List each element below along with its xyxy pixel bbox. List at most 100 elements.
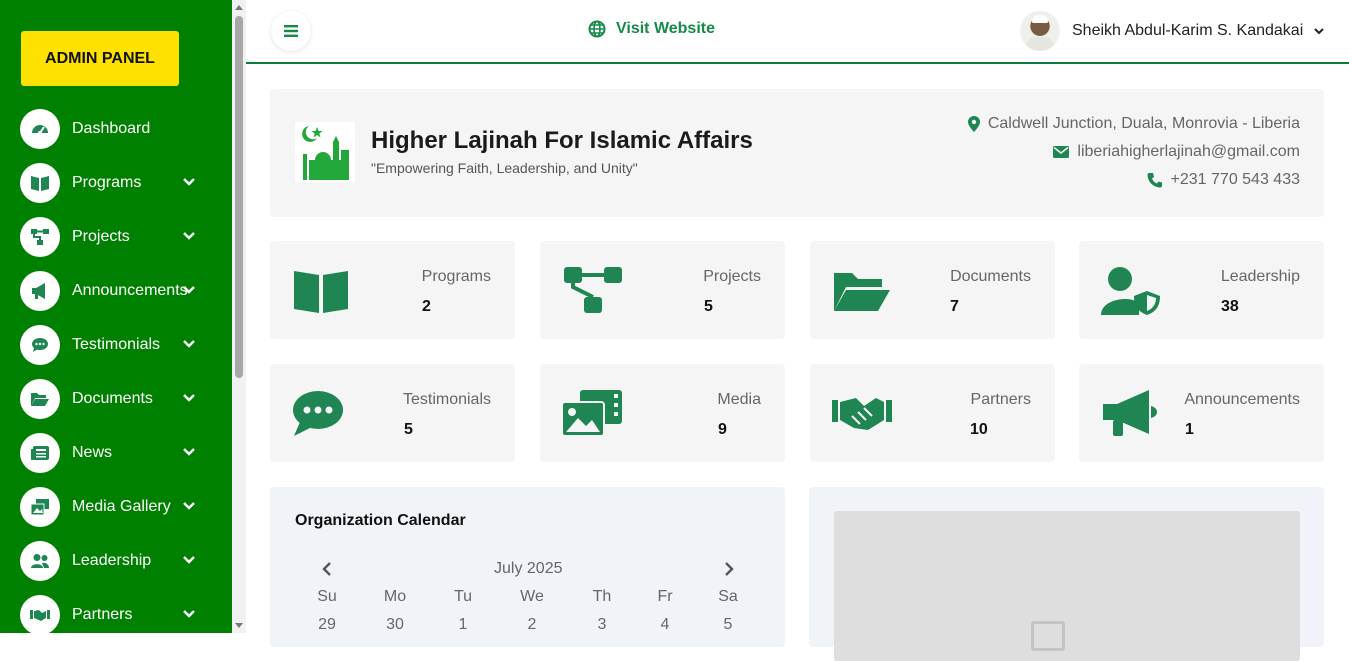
- sidebar-item-leadership[interactable]: Leadership: [20, 541, 220, 581]
- chevron-down-icon: [183, 286, 195, 294]
- stat-card-partners[interactable]: Partners 10: [810, 364, 1055, 462]
- sidebar-item-testimonials[interactable]: Testimonials: [20, 325, 220, 365]
- sidebar-item-programs[interactable]: Programs: [20, 163, 220, 203]
- chevron-left-icon[interactable]: [320, 561, 334, 577]
- address-text: Caldwell Junction, Duala, Monrovia - Lib…: [987, 115, 1300, 132]
- sidebar-item-documents[interactable]: Documents: [20, 379, 220, 419]
- sidebar-item-projects[interactable]: Projects: [20, 217, 220, 257]
- megaphone-icon: [20, 271, 60, 311]
- calendar-day[interactable]: 30: [375, 616, 415, 634]
- email-text: liberiahigherlajinah@gmail.com: [1077, 143, 1300, 160]
- stat-label: Announcements: [1184, 391, 1300, 408]
- visit-website-link[interactable]: Visit Website: [588, 20, 715, 38]
- sitemap-icon: [20, 217, 60, 257]
- avatar: [1020, 11, 1060, 51]
- user-name: Sheikh Abdul-Karim S. Kandakai: [1072, 22, 1304, 39]
- chevron-down-icon: [183, 232, 195, 240]
- stat-card-documents[interactable]: Documents 7: [810, 241, 1055, 339]
- stat-card-testimonials[interactable]: Testimonials 5: [270, 364, 515, 462]
- chevron-down-icon: [183, 394, 195, 402]
- chevron-down-icon: [183, 340, 195, 348]
- sidebar: ADMIN PANEL Dashboard Programs Projects …: [0, 0, 232, 633]
- stat-value: 5: [704, 298, 713, 315]
- user-menu[interactable]: Sheikh Abdul-Karim S. Kandakai: [1020, 11, 1325, 51]
- email-line[interactable]: liberiahigherlajinah@gmail.com: [1053, 143, 1300, 161]
- sidebar-item-announcements[interactable]: Announcements: [20, 271, 220, 311]
- stat-value: 5: [404, 421, 413, 438]
- weekday-header: We: [520, 588, 544, 605]
- calendar-day[interactable]: 3: [582, 616, 622, 634]
- admin-panel-button[interactable]: ADMIN PANEL: [21, 31, 179, 86]
- organization-logo: [295, 122, 355, 182]
- chevron-down-icon: [183, 502, 195, 510]
- sidebar-item-news[interactable]: News: [20, 433, 220, 473]
- hamburger-icon: [284, 25, 298, 37]
- stat-card-projects[interactable]: Projects 5: [540, 241, 785, 339]
- folder-open-icon: [20, 379, 60, 419]
- calendar-day[interactable]: 2: [512, 616, 552, 634]
- chevron-right-icon[interactable]: [722, 561, 736, 577]
- weekday-header: Th: [592, 588, 612, 605]
- image-icon: [1031, 621, 1065, 651]
- stat-label: Leadership: [1220, 268, 1300, 285]
- sidebar-item-label: Programs: [72, 174, 142, 191]
- sidebar-item-label: News: [72, 444, 113, 461]
- chevron-down-icon: [183, 178, 195, 186]
- sidebar-item-label: Dashboard: [72, 120, 151, 137]
- sidebar-scrollbar[interactable]: [232, 0, 246, 633]
- weekday-header: Fr: [657, 588, 673, 605]
- sitemap-icon: [564, 267, 622, 313]
- sidebar-item-label: Announcements: [72, 282, 188, 299]
- stat-card-programs[interactable]: Programs 2: [270, 241, 515, 339]
- calendar-day[interactable]: 4: [645, 616, 685, 634]
- chevron-down-icon: [183, 610, 195, 618]
- envelope-icon: [1053, 146, 1070, 158]
- stat-card-announcements[interactable]: Announcements 1: [1079, 364, 1324, 462]
- book-open-icon: [20, 163, 60, 203]
- handshake-icon: [20, 595, 60, 633]
- sidebar-item-label: Media Gallery: [72, 498, 171, 515]
- sidebar-item-partners[interactable]: Partners: [20, 595, 220, 633]
- calendar-day[interactable]: 1: [443, 616, 483, 634]
- user-shield-icon: [1101, 267, 1160, 315]
- stat-value: 9: [718, 421, 727, 438]
- weekday-header: Su: [317, 588, 337, 605]
- sidebar-item-dashboard[interactable]: Dashboard: [20, 109, 220, 149]
- comment-dots-icon: [20, 325, 60, 365]
- photo-film-icon: [20, 487, 60, 527]
- menu-toggle-button[interactable]: [271, 11, 311, 51]
- stat-card-media[interactable]: Media 9: [540, 364, 785, 462]
- main-content: Higher Lajinah For Islamic Affairs "Empo…: [246, 66, 1349, 661]
- folder-open-icon: [834, 273, 890, 311]
- phone-line[interactable]: +231 770 543 433: [1147, 171, 1300, 189]
- stat-label: Testimonials: [402, 391, 491, 408]
- newspaper-icon: [20, 433, 60, 473]
- stat-card-leadership[interactable]: Leadership 38: [1079, 241, 1324, 339]
- weekday-header: Tu: [453, 588, 473, 605]
- sidebar-item-media-gallery[interactable]: Media Gallery: [20, 487, 220, 527]
- top-navbar: Visit Website Sheikh Abdul-Karim S. Kand…: [246, 0, 1349, 64]
- scrollbar-thumb[interactable]: [235, 16, 243, 378]
- calendar-title: Organization Calendar: [295, 512, 466, 529]
- organization-header-card: Higher Lajinah For Islamic Affairs "Empo…: [270, 89, 1324, 217]
- megaphone-icon: [1103, 390, 1157, 436]
- stat-label: Media: [717, 391, 761, 408]
- stat-value: 7: [950, 298, 959, 315]
- comment-dots-icon: [293, 391, 343, 436]
- book-open-icon: [294, 271, 348, 313]
- media-preview-card: [809, 487, 1324, 661]
- image-placeholder: [834, 511, 1300, 661]
- handshake-icon: [832, 398, 892, 430]
- chevron-down-icon: [183, 556, 195, 564]
- scroll-down-arrow-icon[interactable]: [235, 621, 243, 629]
- calendar-day[interactable]: 29: [307, 616, 347, 634]
- organization-calendar: Organization Calendar July 2025 Su Mo Tu…: [270, 487, 785, 647]
- globe-icon: [588, 20, 606, 38]
- calendar-day[interactable]: 5: [708, 616, 748, 634]
- stat-value: 2: [422, 298, 431, 315]
- phone-icon: [1147, 173, 1162, 188]
- visit-website-label: Visit Website: [616, 20, 715, 37]
- scroll-up-arrow-icon[interactable]: [235, 4, 243, 12]
- chevron-down-icon: [183, 448, 195, 456]
- stat-label: Documents: [950, 268, 1031, 285]
